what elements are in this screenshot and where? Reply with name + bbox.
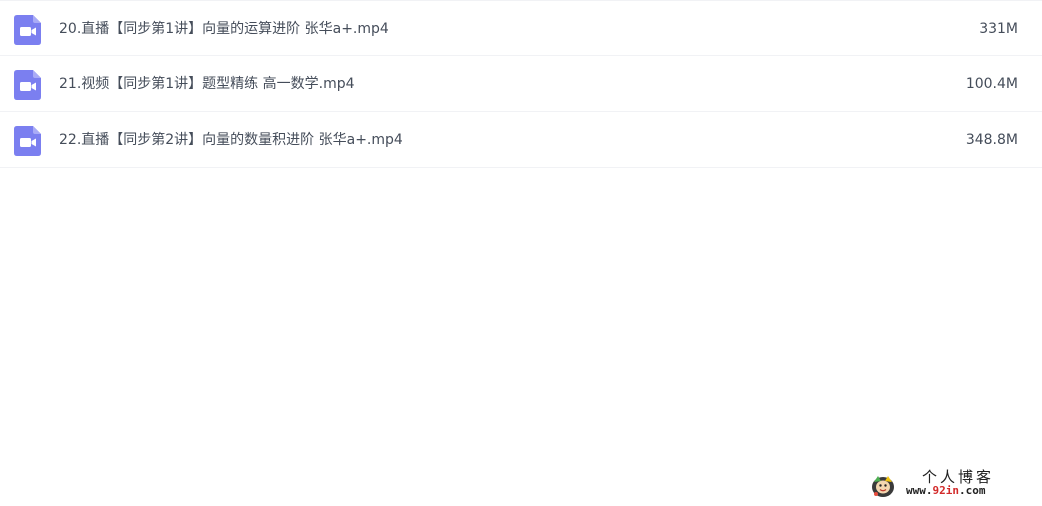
watermark-url-accent: 92in [932,484,960,497]
file-size: 331M [979,21,1018,37]
file-name[interactable]: 22.直播【同步第2讲】向量的数量积进阶 张华a+.mp4 [59,112,403,168]
watermark-url-suffix: .com [959,484,986,497]
watermark-url: www.92in.com [906,484,986,497]
file-name[interactable]: 20.直播【同步第1讲】向量的运算进阶 张华a+.mp4 [59,1,389,57]
file-list-page: 20.直播【同步第1讲】向量的运算进阶 张华a+.mp4 331M 21.视频【… [0,0,1042,506]
file-row[interactable]: 21.视频【同步第1讲】题型精练 高一数学.mp4 100.4M [0,56,1042,112]
file-row[interactable]: 22.直播【同步第2讲】向量的数量积进阶 张华a+.mp4 348.8M [0,112,1042,168]
watermark: 个人博客 www.92in.com [868,466,1028,502]
file-name[interactable]: 21.视频【同步第1讲】题型精练 高一数学.mp4 [59,56,355,112]
mascot-icon [870,472,896,498]
file-size: 348.8M [965,132,1018,148]
video-file-icon [14,15,41,45]
video-file-icon [14,126,41,156]
file-list: 20.直播【同步第1讲】向量的运算进阶 张华a+.mp4 331M 21.视频【… [0,0,1042,168]
file-row[interactable]: 20.直播【同步第1讲】向量的运算进阶 张华a+.mp4 331M [0,0,1042,56]
watermark-url-prefix: www. [906,484,933,497]
file-size: 100.4M [965,76,1018,92]
video-file-icon [14,70,41,100]
